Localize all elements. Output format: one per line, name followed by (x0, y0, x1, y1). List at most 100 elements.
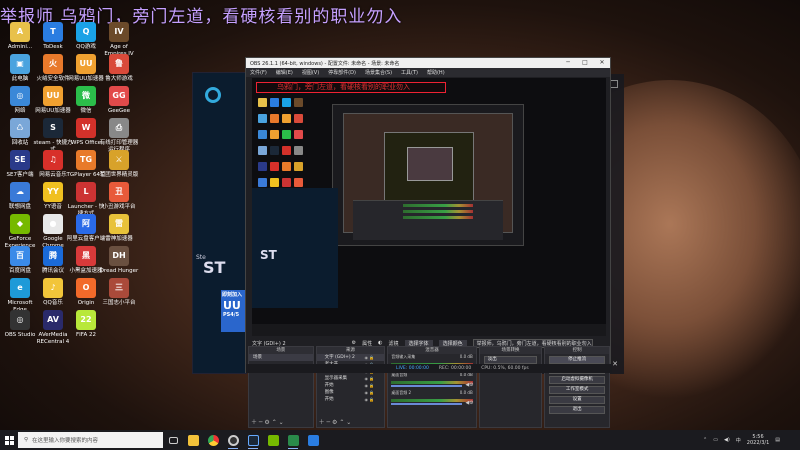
notification-icon[interactable]: ▤ (775, 437, 780, 443)
desktop-icon-label: GeeGee (107, 108, 131, 114)
menu-help[interactable]: 帮助(H) (427, 69, 445, 76)
steam-promo-banner[interactable]: 即刻加入 UU PS4/5 (221, 290, 247, 332)
taskview-icon[interactable] (163, 430, 183, 450)
eye-icon[interactable]: ◉ 🔒 (364, 354, 374, 361)
clock[interactable]: 5:56 2022/3/1 (747, 434, 769, 446)
speaker-icon[interactable]: ◀⚙ (465, 382, 473, 388)
cpu-status: CPU: 0.5%, 60.00 fps (481, 366, 529, 371)
menu-file[interactable]: 文件(F) (250, 69, 267, 76)
scene-tools[interactable]: ＋ ─ ⚙ ⌃ ⌄ (251, 417, 284, 426)
mixer-dock: 混音器 音频输入采集0.0 dB◀⚙桌面音频0.0 dB◀⚙桌面音频 20.0 … (387, 346, 477, 428)
steam-scroll-box[interactable] (610, 80, 618, 88)
app-green-icon[interactable] (283, 430, 303, 450)
desktop-app-icon: ♫ (43, 150, 63, 170)
desktop-app-icon: 微 (76, 86, 96, 106)
clock-date: 2022/3/1 (746, 440, 770, 446)
minimize-icon[interactable]: ─ (560, 58, 576, 68)
volume-meter (391, 399, 473, 402)
mixer-list: 音频输入采集0.0 dB◀⚙桌面音频0.0 dB◀⚙桌面音频 20.0 dB◀⚙ (388, 354, 475, 406)
maximize-icon[interactable]: □ (577, 58, 593, 68)
ime-icon[interactable]: 中 (736, 437, 741, 444)
desktop-icon[interactable]: 雷雷神加速器 (99, 214, 139, 243)
source-item[interactable]: 显示器采集 ◉ 🔒 (317, 375, 385, 382)
transitions-header: 场景转换 (479, 347, 542, 354)
source-item-label: 开始 (324, 397, 334, 402)
desktop-icon[interactable]: 三三国志小平台 (99, 278, 139, 307)
desktop-app-icon: L (76, 182, 96, 202)
desktop-icon[interactable]: 22 FIFA 22 (66, 310, 106, 339)
source-item[interactable]: 开始 ◉ 🔒 (317, 382, 385, 389)
preview-text-source[interactable]: 乌鸦门，旁门左道，看硬核看别的职业勿入 (256, 82, 446, 93)
volume-slider[interactable]: ◀⚙ (391, 400, 474, 406)
steam-taskbar-icon[interactable] (243, 430, 263, 450)
volume-slider[interactable]: ◀⚙ (391, 382, 474, 388)
menu-view[interactable]: 视图(V) (302, 69, 319, 76)
volume-icon[interactable]: ◀) (724, 437, 730, 443)
desktop-app-icon: SE (10, 150, 30, 170)
close-icon[interactable]: ✕ (594, 58, 610, 68)
menu-docks[interactable]: 停靠部件(D) (328, 69, 356, 76)
source-tools[interactable]: ＋ ─ ⚙ ⌃ ⌄ (319, 417, 352, 426)
mixer-channel-db: 0.0 dB (459, 354, 473, 359)
live-status: LIVE: 00:00:00 (396, 366, 429, 371)
system-tray: ⌃ ▭ ◀) 中 5:56 2022/3/1 ▤ (703, 430, 780, 450)
mixer-channel-name: 音频输入采集 (391, 354, 416, 359)
preview-mini-icon (282, 130, 291, 139)
menu-edit[interactable]: 编辑(E) (276, 69, 293, 76)
app-blue-icon[interactable] (303, 430, 323, 450)
chrome-icon[interactable] (203, 430, 223, 450)
source-item[interactable]: 图像 ◉ 🔒 (317, 389, 385, 396)
source-item[interactable]: 文字 (GDI+) 2 ◉ 🔒 (316, 354, 385, 361)
desktop-icon[interactable]: ⎙有线打印管理器运行程序 (99, 118, 139, 153)
eye-icon[interactable]: ◉ 🔒 (364, 375, 374, 382)
obs-titlebar[interactable]: OBS 26.1.1 (64-bit, windows) - 配置文件: 未命名… (246, 58, 610, 68)
desktop-icon[interactable]: GG GeeGee (99, 86, 139, 115)
preview-nested-docks (353, 200, 503, 240)
scene-item[interactable]: 场景 (249, 354, 313, 361)
settings-button[interactable]: 设置 (549, 396, 605, 404)
file-explorer-icon[interactable] (183, 430, 203, 450)
network-icon[interactable]: ▭ (713, 437, 718, 443)
eye-icon[interactable]: ◉ 🔒 (364, 389, 374, 396)
desktop-app-icon: 黑 (76, 246, 96, 266)
desktop-icon[interactable]: ⚔ 军团世界精灵版 (99, 150, 139, 179)
source-item[interactable]: 开始 ◉ 🔒 (317, 396, 385, 403)
desktop-icon-label: 小丑游戏平台 (102, 204, 136, 210)
exit-button[interactable]: 退出 (549, 406, 605, 414)
preview-taskbar (252, 324, 606, 336)
eye-icon[interactable]: ◉ 🔒 (364, 396, 374, 403)
scenes-dock: 场景 场景 ＋ ─ ⚙ ⌃ ⌄ (248, 346, 314, 428)
preview-nested-meter-2 (403, 210, 473, 213)
desktop-icon[interactable]: DH Dread Hunger (99, 246, 139, 275)
tray-chevron-icon[interactable]: ⌃ (703, 437, 707, 443)
nvidia-icon[interactable] (263, 430, 283, 450)
source-item-label: 显示器采集 (324, 376, 348, 381)
obs-preview-canvas[interactable]: 乌鸦门，旁门左道，看硬核看别的职业勿入 ST (252, 78, 606, 336)
menu-scene-collection[interactable]: 场景集合(S) (365, 69, 392, 76)
steam-logo-icon (205, 87, 221, 103)
desktop-app-icon: 22 (76, 310, 96, 330)
transition-type-select[interactable]: 淡出 (483, 356, 538, 364)
desktop-icon[interactable]: IVAge of Empires IV (99, 22, 139, 57)
desktop-app-icon: A (10, 22, 30, 42)
preview-mini-icon (294, 98, 303, 107)
preview-mini-icon (258, 130, 267, 139)
menu-tools[interactable]: 工具(T) (401, 69, 418, 76)
desktop-app-icon: 百 (10, 246, 30, 266)
obs-window[interactable]: OBS 26.1.1 (64-bit, windows) - 配置文件: 未命名… (245, 57, 612, 428)
speaker-icon[interactable]: ◀⚙ (465, 400, 473, 406)
desktop-app-icon: ☁ (10, 182, 30, 202)
desktop-icon[interactable]: 鲁鲁大师游戏 (99, 54, 139, 83)
eye-icon[interactable]: ◉ 🔒 (364, 382, 374, 389)
studio-mode-button[interactable]: 工作室模式 (549, 386, 605, 394)
desktop-icon-label: 三国志小平台 (102, 300, 136, 306)
start-virtual-camera-button[interactable]: 启动虚拟摄像机 (549, 376, 605, 384)
desktop-icon-label: 军团世界精灵版 (99, 172, 139, 178)
preview-mini-icon (294, 130, 303, 139)
obs-taskbar-icon[interactable] (223, 430, 243, 450)
preview-mini-icon (282, 114, 291, 123)
stop-streaming-button[interactable]: 停止推流 (549, 356, 605, 364)
start-button[interactable] (0, 430, 18, 450)
taskbar-search-box[interactable]: ⚲ 在这里输入你要搜索的内容 (18, 432, 163, 448)
desktop-icon[interactable]: 丑小丑游戏平台 (99, 182, 139, 211)
